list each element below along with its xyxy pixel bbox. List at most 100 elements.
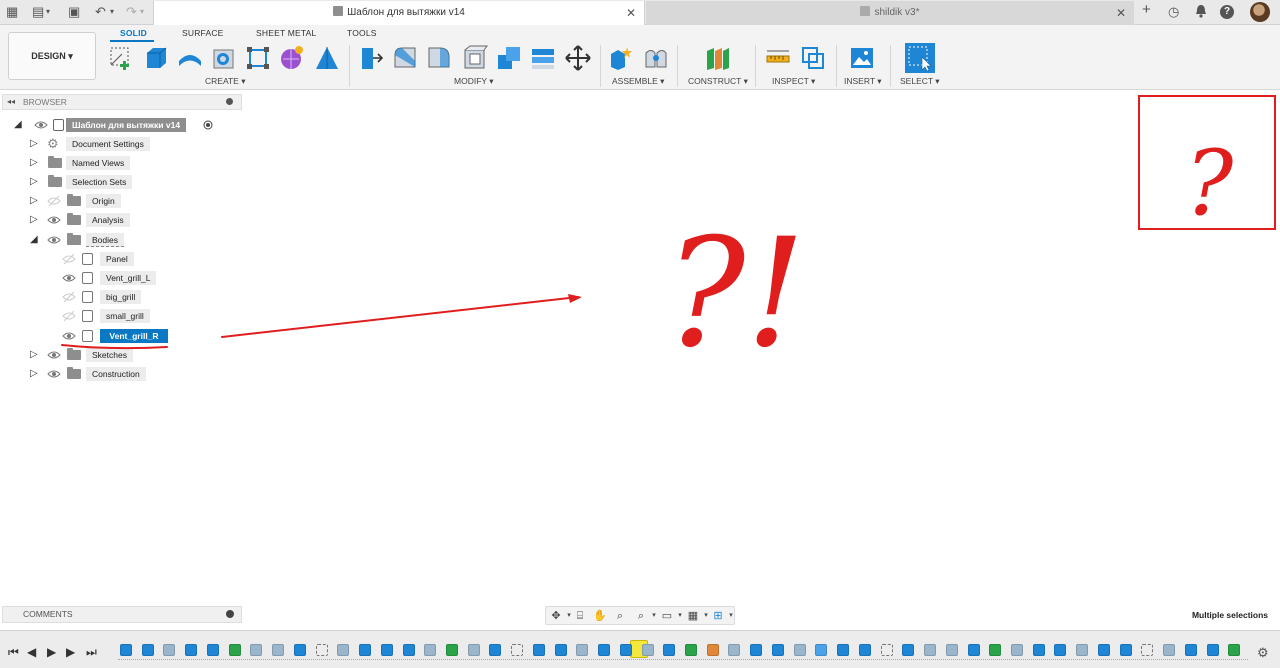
timeline-feature-icon[interactable] bbox=[685, 644, 697, 656]
timeline-feature-icon[interactable] bbox=[728, 644, 741, 656]
press-pull-icon[interactable] bbox=[358, 45, 384, 71]
interference-icon[interactable] bbox=[800, 45, 826, 71]
collapse-panel-icon[interactable]: ◂◂ bbox=[7, 95, 15, 109]
insert-canvas-icon[interactable] bbox=[849, 45, 875, 71]
tab-inactive-document[interactable]: shildik v3* ✕ bbox=[646, 1, 1134, 25]
grid-settings-icon[interactable]: ▦ bbox=[686, 609, 700, 623]
pan-hand-icon[interactable]: ✋ bbox=[593, 609, 607, 623]
timeline-feature-icon[interactable] bbox=[337, 644, 350, 656]
tree-item-document-settings[interactable]: ▷ ⚙ Document Settings bbox=[30, 136, 230, 152]
timeline-feature-icon[interactable] bbox=[663, 644, 676, 656]
timeline-feature-icon[interactable] bbox=[467, 644, 480, 656]
chamfer-icon[interactable] bbox=[426, 45, 452, 71]
timeline-feature-icon[interactable] bbox=[945, 644, 958, 656]
panel-options-icon[interactable] bbox=[226, 98, 233, 105]
timeline-feature-icon[interactable] bbox=[1228, 644, 1241, 656]
timeline-feature-icon[interactable] bbox=[489, 644, 502, 656]
expand-right-icon[interactable]: ▷ bbox=[30, 174, 40, 190]
workspace-switcher-button[interactable]: DESIGN ▾ bbox=[8, 32, 96, 80]
timeline-feature-icon[interactable] bbox=[967, 644, 980, 656]
expand-right-icon[interactable]: ▷ bbox=[30, 212, 40, 228]
timeline-feature-icon[interactable] bbox=[641, 644, 654, 656]
inspect-group-label[interactable]: INSPECT ▾ bbox=[772, 76, 815, 87]
revolve-icon[interactable] bbox=[177, 45, 203, 71]
timeline-feature-icon[interactable] bbox=[511, 644, 524, 656]
fit-zoom-icon[interactable]: ⌕ bbox=[634, 609, 648, 623]
timeline-feature-icon[interactable] bbox=[445, 644, 458, 656]
timeline-feature-icon[interactable] bbox=[1206, 644, 1219, 656]
visibility-eye-icon[interactable] bbox=[47, 212, 61, 228]
timeline-feature-icon[interactable] bbox=[120, 644, 132, 656]
create-group-label[interactable]: CREATE ▾ bbox=[205, 76, 245, 87]
shell-icon[interactable] bbox=[462, 45, 488, 71]
zoom-icon[interactable]: ⌕ bbox=[613, 609, 627, 623]
tree-item-body-small-grill[interactable]: small_grill bbox=[60, 308, 230, 324]
notifications-bell-icon[interactable] bbox=[1195, 4, 1207, 20]
tree-root-row[interactable]: ◢ Шаблон для вытяжки v14 bbox=[14, 117, 224, 133]
timeline-feature-icon[interactable] bbox=[250, 644, 263, 656]
create-form-icon[interactable] bbox=[279, 45, 305, 71]
comments-panel-header[interactable]: COMMENTS bbox=[2, 606, 242, 623]
timeline-feature-icon[interactable] bbox=[293, 644, 306, 656]
loft-icon[interactable] bbox=[314, 45, 340, 71]
timeline-feature-icon[interactable] bbox=[1010, 644, 1023, 656]
joint-icon[interactable] bbox=[643, 45, 669, 71]
zoom-dropdown-icon[interactable]: ▾ bbox=[647, 609, 661, 623]
visibility-eye-icon[interactable] bbox=[62, 328, 76, 344]
timeline-feature-icon[interactable] bbox=[532, 644, 545, 656]
tree-item-sketches[interactable]: ▷ Sketches bbox=[30, 347, 230, 363]
timeline-feature-icon[interactable] bbox=[380, 644, 393, 656]
close-tab-icon[interactable]: ✕ bbox=[626, 1, 636, 25]
tab-solid[interactable]: SOLID bbox=[120, 28, 147, 38]
timeline-feature-icon[interactable] bbox=[1119, 644, 1132, 656]
timeline-feature-icon[interactable] bbox=[858, 644, 871, 656]
timeline-settings-gear-icon[interactable]: ⚙ bbox=[1257, 645, 1269, 661]
look-at-icon[interactable]: ⌸ bbox=[573, 609, 587, 623]
timeline-last-icon[interactable]: ⏭ bbox=[86, 645, 97, 659]
move-copy-icon[interactable] bbox=[565, 45, 591, 71]
tab-active-document[interactable]: Шаблон для вытяжки v14 ✕ bbox=[153, 1, 645, 25]
timeline-feature-icon[interactable] bbox=[619, 644, 632, 656]
tab-surface[interactable]: SURFACE bbox=[182, 28, 224, 38]
add-comment-icon[interactable] bbox=[226, 610, 234, 618]
combine-icon[interactable] bbox=[496, 45, 522, 71]
timeline-previous-icon[interactable]: ◀ bbox=[27, 645, 36, 659]
expand-right-icon[interactable]: ▷ bbox=[30, 366, 40, 382]
timeline-feature-icon[interactable] bbox=[1032, 644, 1045, 656]
timeline-feature-icon[interactable] bbox=[750, 644, 763, 656]
visibility-eye-icon[interactable] bbox=[62, 270, 76, 286]
display-dropdown-icon[interactable]: ▾ bbox=[673, 609, 687, 623]
tab-sheet-metal[interactable]: SHEET METAL bbox=[256, 28, 316, 38]
timeline-feature-icon[interactable] bbox=[902, 644, 915, 656]
extrude-icon[interactable] bbox=[143, 45, 169, 71]
tree-item-construction[interactable]: ▷ Construction bbox=[30, 366, 230, 382]
timeline-feature-icon[interactable] bbox=[1141, 644, 1154, 656]
timeline-feature-icon[interactable] bbox=[1054, 644, 1067, 656]
expand-right-icon[interactable]: ▷ bbox=[30, 136, 40, 152]
new-tab-plus-icon[interactable]: + bbox=[1142, 2, 1151, 18]
tree-item-body-vent-grill-r[interactable]: Vent_grill_R bbox=[60, 328, 230, 344]
new-component-icon[interactable] bbox=[608, 45, 634, 71]
user-avatar[interactable] bbox=[1250, 2, 1270, 22]
timeline-feature-icon[interactable] bbox=[206, 644, 219, 656]
tab-tools[interactable]: TOOLS bbox=[347, 28, 377, 38]
timeline-play-icon[interactable]: ▶ bbox=[47, 645, 56, 659]
timeline-feature-icon[interactable] bbox=[402, 644, 415, 656]
browser-panel-header[interactable]: ◂◂ BROWSER bbox=[2, 94, 242, 110]
timeline-feature-icon[interactable] bbox=[706, 644, 719, 656]
tree-item-body-big-grill[interactable]: big_grill bbox=[60, 289, 230, 305]
measure-icon[interactable] bbox=[765, 45, 791, 71]
viewports-dropdown-icon[interactable]: ▾ bbox=[724, 609, 738, 623]
visibility-eye-icon[interactable] bbox=[47, 232, 61, 248]
timeline-feature-icon[interactable] bbox=[359, 644, 372, 656]
timeline-feature-icon[interactable] bbox=[315, 644, 328, 656]
timeline-feature-icon[interactable] bbox=[598, 644, 611, 656]
timeline-feature-icon[interactable] bbox=[554, 644, 567, 656]
construct-group-label[interactable]: CONSTRUCT ▾ bbox=[688, 76, 748, 87]
tree-item-named-views[interactable]: ▷ Named Views bbox=[30, 155, 230, 171]
expand-right-icon[interactable]: ▷ bbox=[30, 347, 40, 363]
close-tab-icon[interactable]: ✕ bbox=[1116, 1, 1126, 25]
job-status-icon[interactable]: ◷ bbox=[1168, 4, 1179, 20]
visibility-eye-icon[interactable] bbox=[34, 117, 48, 133]
timeline-feature-icon[interactable] bbox=[1076, 644, 1089, 656]
